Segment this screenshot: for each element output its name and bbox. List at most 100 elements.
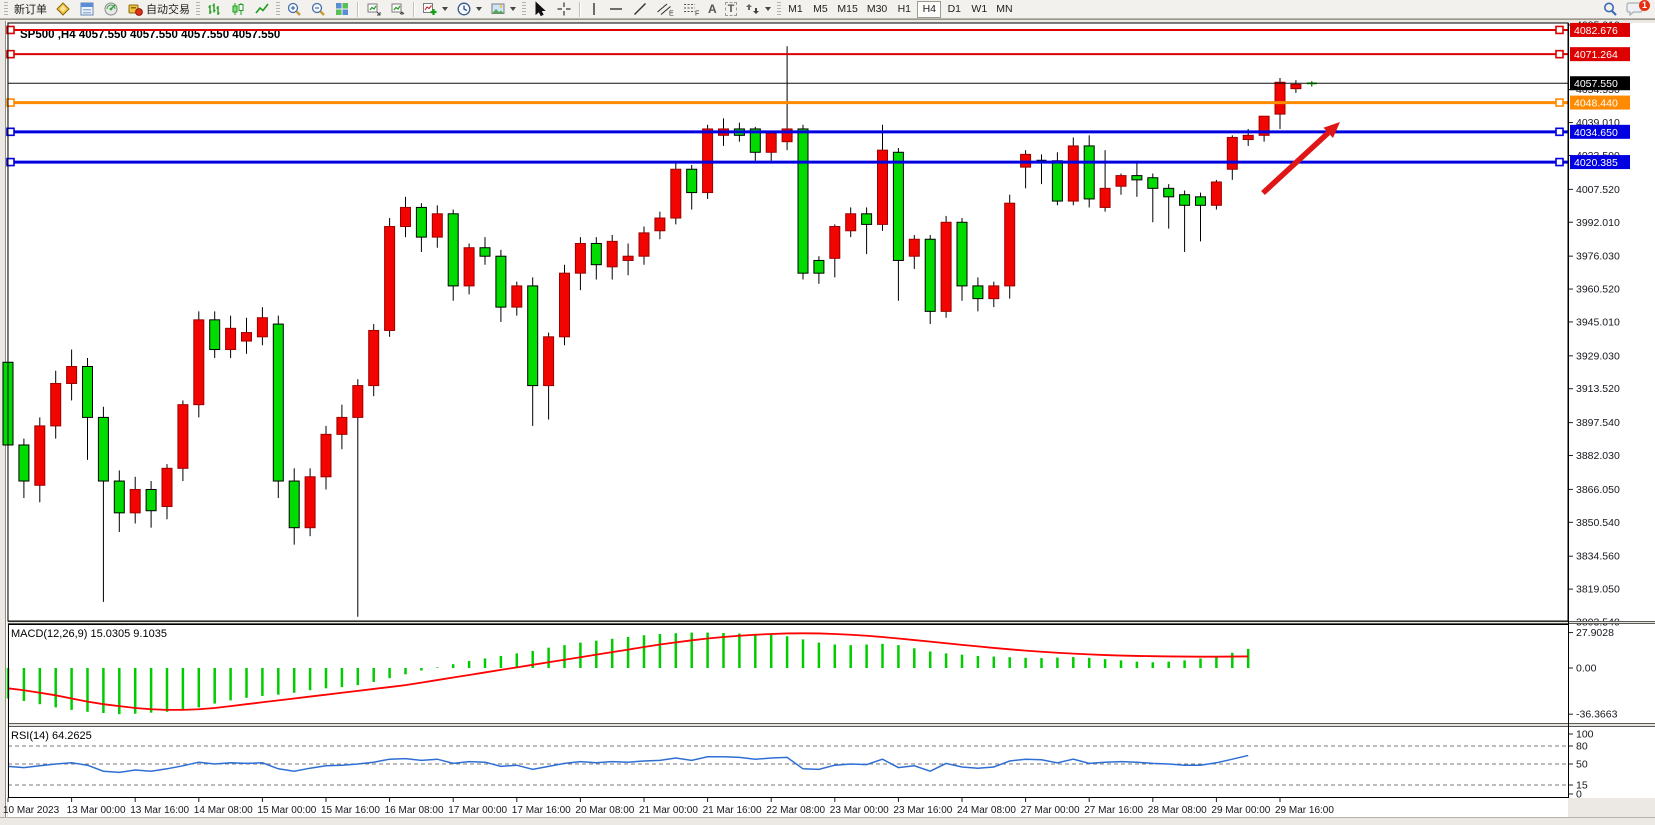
line-handle[interactable]	[1556, 51, 1563, 58]
toolbar-separator	[579, 2, 581, 17]
toolbar-grip[interactable]	[522, 2, 526, 17]
line-handle[interactable]	[1556, 128, 1563, 135]
toolbar-grip[interactable]	[4, 2, 8, 17]
new-window-button[interactable]	[386, 1, 410, 18]
trendline-button[interactable]	[628, 1, 652, 18]
new-order-button[interactable]: 新订单	[10, 1, 51, 18]
templates-button[interactable]	[486, 1, 520, 18]
time-axis-label: 17 Mar 00:00	[448, 805, 507, 816]
shapes-icon	[745, 1, 761, 17]
timeframe-mn-button[interactable]: MN	[992, 1, 1016, 18]
rsi-axis-label: 50	[1576, 759, 1588, 771]
horizontal-line-icon	[608, 1, 624, 17]
zoom-in-button[interactable]	[282, 1, 306, 18]
time-axis-label: 23 Mar 16:00	[893, 805, 952, 816]
arrange-windows-button[interactable]	[362, 1, 386, 18]
timeframe-m15-button[interactable]: M15	[833, 1, 861, 18]
channel-icon: E	[656, 1, 674, 17]
timeframe-d1-button[interactable]: D1	[942, 1, 966, 18]
channel-button[interactable]: E	[652, 1, 678, 18]
time-axis-label: 17 Mar 16:00	[512, 805, 571, 816]
time-axis-label: 24 Mar 08:00	[957, 805, 1016, 816]
timeframe-m30-button[interactable]: M30	[863, 1, 891, 18]
rsi-pane[interactable]	[8, 727, 1568, 797]
svg-text:E: E	[669, 11, 674, 18]
macd-axis-label: 0.00	[1576, 663, 1597, 675]
price-tick-label: 3976.030	[1576, 251, 1620, 263]
text-tool-button[interactable]: A	[704, 1, 721, 18]
horizontal-line-button[interactable]	[604, 1, 628, 18]
toolbar-grip[interactable]	[777, 2, 781, 17]
vertical-line-button[interactable]	[584, 1, 604, 18]
fibonacci-icon: F	[682, 1, 700, 17]
candlestick-chart-button[interactable]	[226, 1, 250, 18]
indicators-button[interactable]	[418, 1, 452, 18]
autotrade-icon	[127, 1, 143, 17]
time-axis-label: 14 Mar 08:00	[194, 805, 253, 816]
market-watch-button[interactable]	[51, 1, 75, 18]
chat-button[interactable]: 1	[1622, 1, 1647, 18]
tile-windows-icon	[334, 1, 350, 17]
data-window-icon	[79, 1, 95, 17]
zoom-out-button[interactable]	[306, 1, 330, 18]
new-window-icon	[390, 1, 406, 17]
price-badge-label: 4071.264	[1574, 49, 1618, 61]
price-tick-label: 3882.030	[1576, 450, 1620, 462]
timeframe-group: M1M5M15M30H1H4D1W1MN	[783, 1, 1016, 18]
text-tool-label: A	[708, 2, 717, 16]
price-axis[interactable]	[1569, 23, 1655, 798]
line-handle[interactable]	[1556, 159, 1563, 166]
new-order-label: 新订单	[14, 1, 47, 17]
crosshair-button[interactable]	[552, 1, 576, 18]
label-tool-button[interactable]: T	[721, 1, 742, 18]
periods-button[interactable]	[452, 1, 486, 18]
time-axis-label: 21 Mar 00:00	[639, 805, 698, 816]
line-chart-icon	[254, 1, 270, 17]
fibonacci-button[interactable]: F	[678, 1, 704, 18]
price-tick-label: 3945.010	[1576, 316, 1620, 328]
line-handle[interactable]	[1556, 26, 1563, 33]
price-tick-label: 3866.050	[1576, 484, 1620, 496]
price-tick-label: 3819.050	[1576, 584, 1620, 596]
svg-text:F: F	[695, 11, 699, 18]
radar-icon	[103, 1, 119, 17]
toolbar-grip[interactable]	[276, 2, 280, 17]
timeframe-h4-button[interactable]: H4	[917, 1, 941, 18]
strategy-radar-button[interactable]	[99, 1, 123, 18]
vertical-line-icon	[588, 1, 600, 17]
macd-axis-label: -36.3663	[1576, 709, 1618, 721]
bar-chart-button[interactable]	[202, 1, 226, 18]
crosshair-icon	[556, 1, 572, 17]
timeframe-w1-button[interactable]: W1	[967, 1, 991, 18]
tile-windows-button[interactable]	[330, 1, 354, 18]
cursor-button[interactable]	[528, 1, 552, 18]
line-chart-button[interactable]	[250, 1, 274, 18]
trendline-icon	[632, 1, 648, 17]
price-badge-label: 4034.650	[1574, 127, 1618, 139]
line-handle[interactable]	[1556, 99, 1563, 106]
chart-window[interactable]: 4085.0104054.5504039.0104023.5004007.520…	[0, 19, 1655, 825]
toolbar-grip[interactable]	[196, 2, 200, 17]
time-axis-label: 29 Mar 00:00	[1211, 805, 1270, 816]
price-badge-label: 4020.385	[1574, 157, 1618, 169]
toolbar-separator	[357, 2, 359, 17]
auto-trading-button[interactable]: 自动交易	[123, 1, 194, 18]
timeframe-m5-button[interactable]: M5	[808, 1, 832, 18]
macd-axis-label: 27.9028	[1576, 627, 1614, 639]
time-axis-label: 27 Mar 16:00	[1084, 805, 1143, 816]
shapes-button[interactable]	[741, 1, 775, 18]
price-tick-label: 3992.010	[1576, 217, 1620, 229]
timeframe-h1-button[interactable]: H1	[892, 1, 916, 18]
timeframe-m1-button[interactable]: M1	[783, 1, 807, 18]
time-axis-label: 10 Mar 2023	[3, 805, 60, 816]
price-tick-label: 3834.560	[1576, 551, 1620, 563]
price-tick-label: 3960.520	[1576, 284, 1620, 296]
gold-diamond-icon	[55, 1, 71, 17]
search-button[interactable]	[1598, 1, 1622, 18]
dropdown-caret	[476, 7, 482, 11]
dropdown-caret	[442, 7, 448, 11]
cursor-icon	[532, 1, 548, 17]
main-chart-pane[interactable]	[8, 23, 1568, 621]
data-window-button[interactable]	[75, 1, 99, 18]
time-axis-label: 28 Mar 08:00	[1148, 805, 1207, 816]
